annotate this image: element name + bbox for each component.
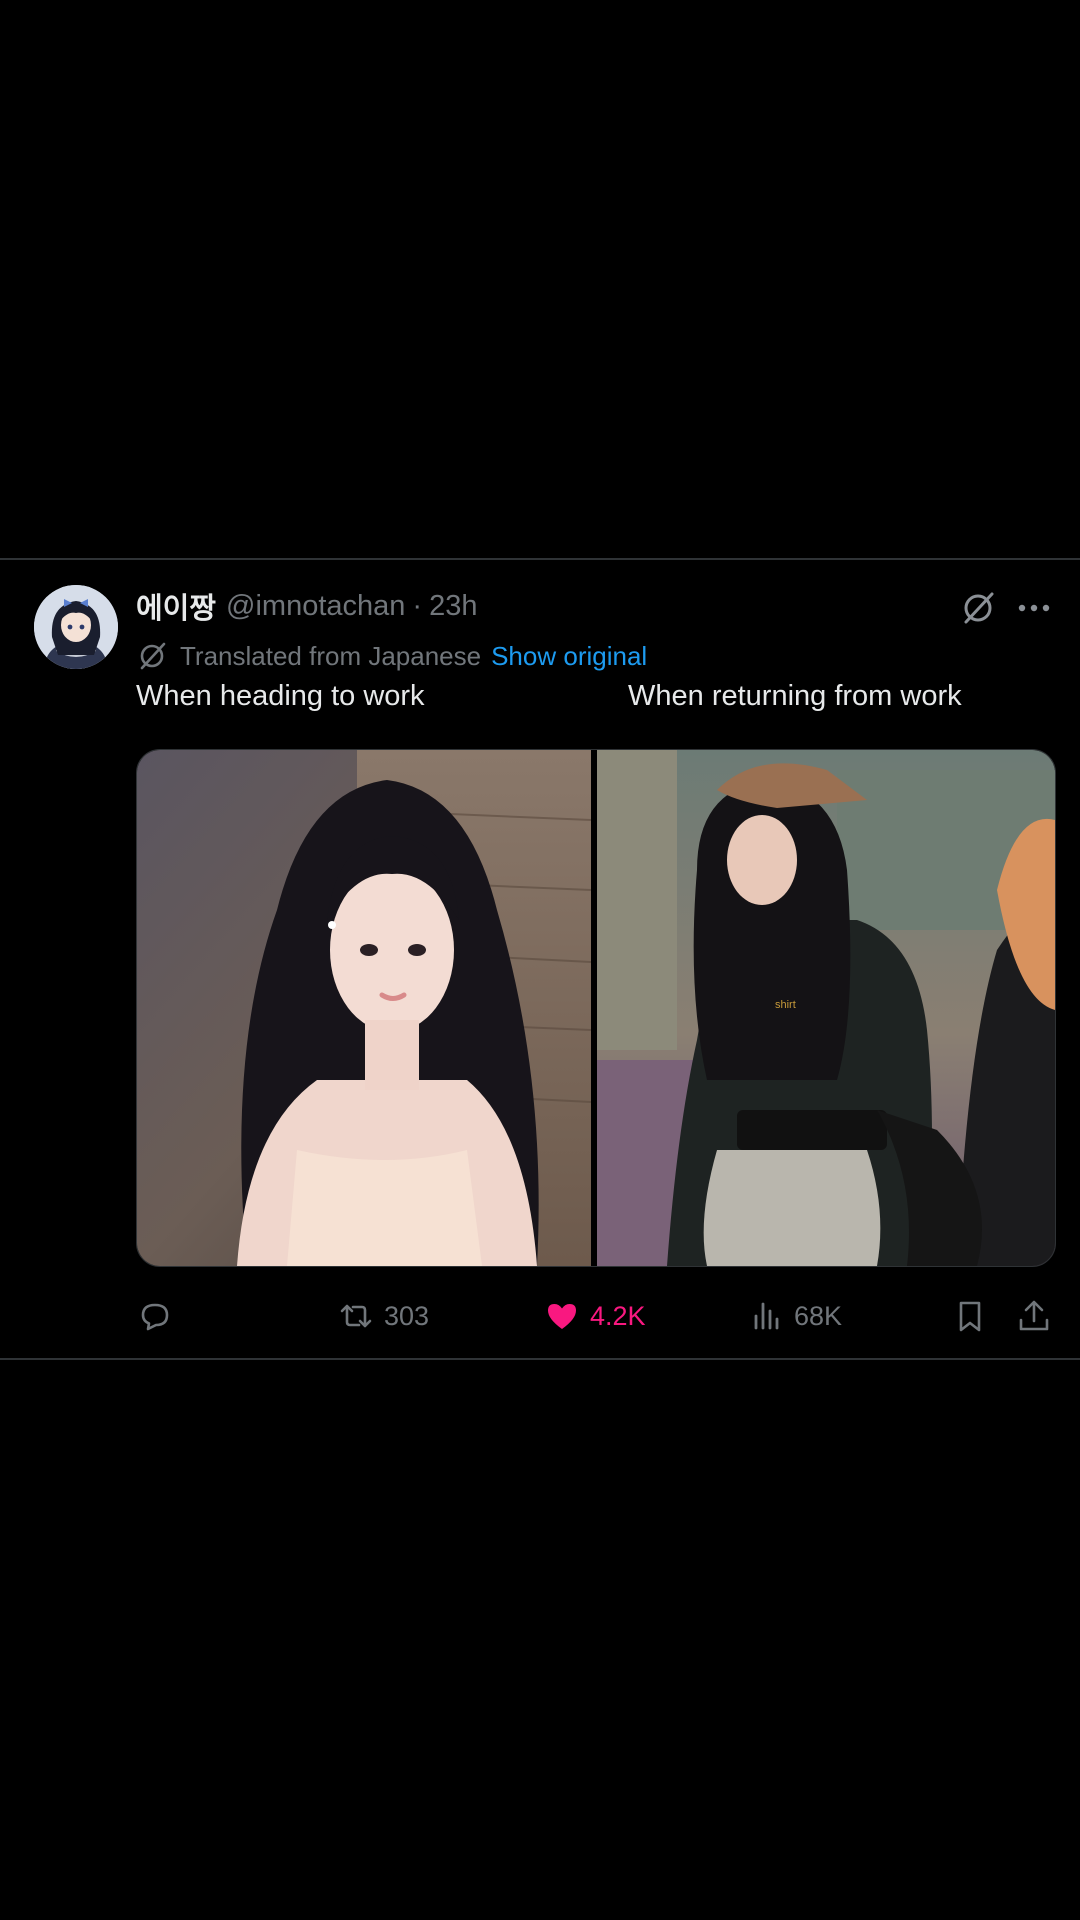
caption-left: When heading to work [136, 680, 425, 712]
action-bar: 303 4.2K 68K [0, 1294, 1080, 1338]
tweet-header: 에이짱 @imnotachan · 23h [136, 586, 477, 626]
caption-right: When returning from work [628, 680, 962, 712]
translation-bar: Translated from Japanese Show original [136, 637, 647, 675]
translated-label: Translated from Japanese [180, 640, 482, 671]
translate-icon [140, 642, 166, 670]
media-right-photo: shirt [597, 750, 1055, 1266]
views-count: 68K [794, 1300, 843, 1331]
bottom-divider [0, 1358, 1080, 1360]
like-button[interactable]: 4.2K [544, 1294, 646, 1338]
reply-icon [141, 1303, 169, 1331]
bookmark-icon [959, 1301, 981, 1332]
like-count: 4.2K [590, 1300, 646, 1331]
tweet[interactable]: 에이짱 @imnotachan · 23h Translated from Ja… [0, 560, 1080, 1358]
views-button[interactable]: 68K [748, 1294, 842, 1338]
more-icon[interactable] [1016, 596, 1052, 620]
media-left-photo [137, 750, 592, 1266]
avatar[interactable] [34, 585, 118, 669]
retweet-icon [340, 1304, 372, 1328]
tweet-media[interactable]: shirt [136, 749, 1056, 1267]
retweet-count: 303 [384, 1300, 430, 1331]
user-handle[interactable]: @imnotachan [226, 590, 405, 623]
views-icon [754, 1302, 779, 1330]
share-icon [1019, 1300, 1049, 1331]
reply-button[interactable] [137, 1294, 183, 1338]
separator-dot: · [412, 589, 423, 622]
grok-icon[interactable] [958, 588, 998, 628]
share-button[interactable] [1016, 1294, 1052, 1338]
timestamp[interactable]: 23h [429, 590, 477, 623]
display-name[interactable]: 에이짱 [136, 585, 216, 627]
bookmark-button[interactable] [952, 1294, 988, 1338]
show-original-link[interactable]: Show original [491, 641, 647, 672]
retweet-button[interactable]: 303 [338, 1294, 429, 1338]
shirt-print-text: shirt [775, 999, 796, 1011]
heart-icon [548, 1304, 576, 1329]
